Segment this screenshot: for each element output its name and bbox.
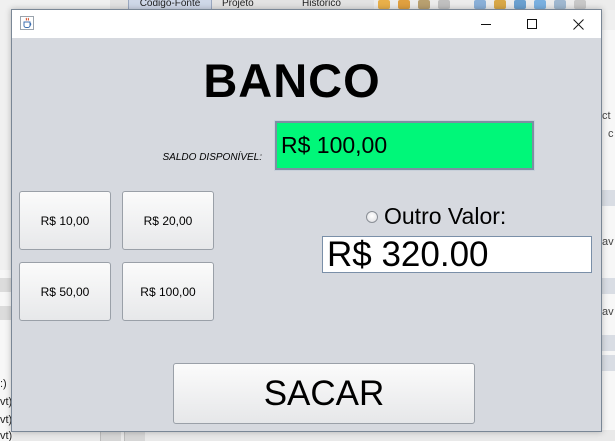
value-50-button[interactable]: R$ 50,00 — [19, 262, 111, 321]
ide-code-fragment: c — [608, 128, 614, 140]
ide-right-panel: ct c av av — [600, 30, 615, 441]
minimize-button[interactable] — [463, 10, 509, 38]
page-title: BANCO — [203, 54, 381, 107]
ide-tool-icon[interactable] — [554, 0, 566, 9]
value-100-button[interactable]: R$ 100,00 — [122, 262, 214, 321]
value-20-button[interactable]: R$ 20,00 — [122, 191, 214, 250]
window-content: BANCO SALDO DISPONÍVEL: R$ 100,00 R$ 10,… — [12, 38, 601, 431]
saldo-display: R$ 100,00 — [274, 120, 535, 171]
value-10-button[interactable]: R$ 10,00 — [19, 191, 111, 250]
maximize-icon — [526, 18, 537, 29]
ide-tool-icon[interactable] — [418, 0, 430, 9]
ide-tool-icon[interactable] — [574, 0, 586, 9]
ide-band — [600, 355, 615, 371]
close-icon — [572, 18, 584, 30]
ide-code-fragment: :) — [0, 378, 7, 390]
radio-button[interactable] — [366, 210, 378, 223]
close-button[interactable] — [555, 10, 601, 38]
ide-tool-icon[interactable] — [514, 0, 526, 9]
ide-code-fragment: ct — [602, 110, 611, 122]
minimize-icon — [480, 23, 491, 25]
ide-tool-icon[interactable] — [378, 0, 390, 9]
bank-window: BANCO SALDO DISPONÍVEL: R$ 100,00 R$ 10,… — [11, 9, 602, 432]
ide-code-fragment: av — [602, 306, 614, 318]
saldo-label: SALDO DISPONÍVEL: — [162, 152, 262, 163]
ide-tool-icon[interactable] — [534, 0, 546, 9]
title-bar[interactable] — [12, 10, 601, 38]
ide-tool-icon[interactable] — [398, 0, 410, 9]
outro-valor-label: Outro Valor: — [384, 203, 507, 229]
ide-band — [600, 190, 615, 206]
java-cup-icon — [20, 16, 34, 30]
ide-band — [600, 335, 615, 351]
ide-band — [600, 278, 615, 294]
sacar-button[interactable]: SACAR — [173, 363, 475, 424]
outro-valor-input[interactable]: R$ 320.00 — [322, 236, 592, 273]
outro-valor-radio[interactable]: Outro Valor: — [366, 203, 506, 230]
ide-tool-icon[interactable] — [494, 0, 506, 9]
ide-code-fragment: av — [602, 236, 614, 248]
maximize-button[interactable] — [509, 10, 555, 38]
ide-tool-icon[interactable] — [438, 0, 450, 9]
ide-tool-icon[interactable] — [474, 0, 486, 9]
